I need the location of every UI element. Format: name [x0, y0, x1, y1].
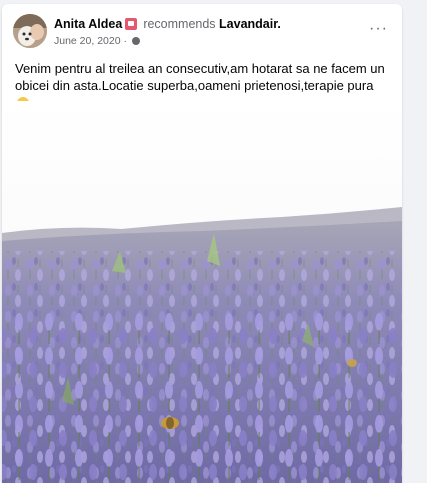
lavender-field-photo [2, 101, 402, 483]
author-name[interactable]: Anita Aldea [54, 17, 122, 31]
more-options-icon[interactable]: ··· [369, 21, 388, 37]
post-meta: June 20, 2020 · [54, 35, 140, 47]
post-date[interactable]: June 20, 2020 [54, 35, 121, 47]
author-avatar[interactable] [13, 14, 47, 48]
date-separator: · [123, 35, 127, 47]
post-title-line: Anita Aldea recommends Lavandair. [54, 17, 281, 31]
recommendation-badge-icon [125, 18, 138, 30]
post-card: Anita Aldea recommends Lavandair. June 20… [2, 4, 402, 483]
avatar-image [13, 14, 47, 48]
post-header: Anita Aldea recommends Lavandair. June 20… [2, 4, 402, 54]
page-name[interactable]: Lavandair. [219, 17, 281, 31]
post-body: Venim pentru al treilea an consecutiv,am… [15, 61, 385, 93]
globe-icon [131, 37, 140, 45]
post-photo[interactable] [2, 101, 402, 483]
action-verb: recommends [143, 17, 216, 31]
